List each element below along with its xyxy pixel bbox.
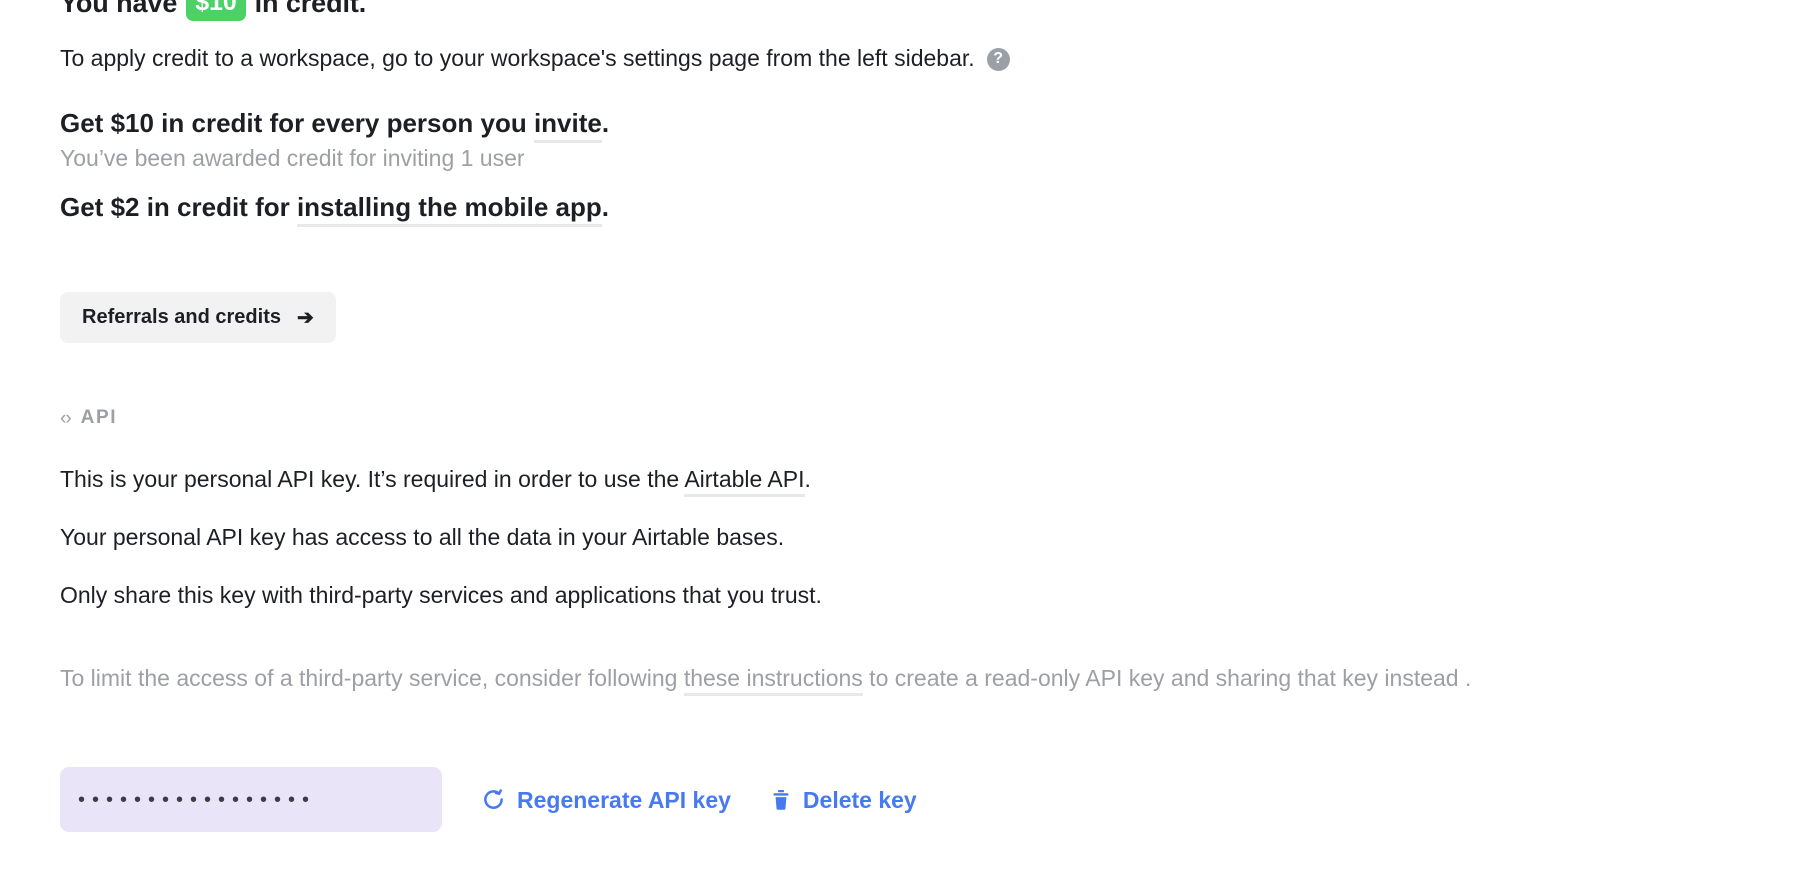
mobile-heading-prefix: Get $2 in credit for — [60, 192, 297, 222]
api-paragraph-2: Your personal API key has access to all … — [60, 524, 785, 550]
settings-account-page: You have $10 in credit. To apply credit … — [0, 0, 1802, 896]
credit-heading-suffix: in credit. — [254, 0, 367, 18]
api-section-label-text: API — [80, 407, 118, 428]
api-key-row: ••••••••••••••••• Regenerate API key Del… — [60, 767, 917, 832]
regenerate-api-key-button[interactable]: Regenerate API key — [482, 785, 731, 815]
code-brackets-icon: ‹› — [60, 407, 72, 429]
referrals-button-label: Referrals and credits — [82, 306, 281, 328]
credit-heading-prefix: You have — [60, 0, 178, 18]
these-instructions-link[interactable]: these instructions — [683, 665, 863, 696]
trash-icon — [771, 789, 791, 811]
api-note-suffix: to create a read-only API key and sharin… — [862, 665, 1472, 691]
help-circle-icon[interactable]: ? — [986, 47, 1010, 71]
api-paragraph-3: Only share this key with third-party ser… — [60, 582, 822, 608]
delete-key-label: Delete key — [802, 786, 917, 813]
mobile-app-link[interactable]: installing the mobile app — [296, 192, 602, 227]
invite-heading-prefix: Get $10 in credit for every person you — [60, 108, 534, 138]
delete-key-button[interactable]: Delete key — [771, 785, 917, 815]
api-key-masked-value: ••••••••••••••••• — [78, 788, 317, 811]
invite-awarded-subtext: You’ve been awarded credit for inviting … — [60, 145, 525, 171]
arrow-right-icon: ➔ — [296, 307, 314, 329]
credit-heading: You have $10 in credit. — [60, 0, 366, 21]
api-key-field[interactable]: ••••••••••••••••• — [60, 767, 442, 832]
invite-heading-suffix: . — [601, 108, 610, 138]
mobile-heading-suffix: . — [601, 192, 609, 222]
invite-link[interactable]: invite — [533, 108, 602, 143]
credit-amount-badge: $10 — [186, 0, 246, 21]
mobile-app-credit-heading: Get $2 in credit for installing the mobi… — [60, 190, 609, 227]
refresh-ccw-icon — [482, 788, 505, 811]
regenerate-api-key-label: Regenerate API key — [517, 786, 731, 813]
api-note-prefix: To limit the access of a third-party ser… — [60, 665, 684, 691]
api-section-header: ‹› API — [60, 407, 117, 429]
api-paragraph-1-prefix: This is your personal API key. It’s requ… — [60, 466, 685, 492]
api-readonly-note: To limit the access of a third-party ser… — [60, 658, 1700, 699]
invite-credit-heading: Get $10 in credit for every person you i… — [60, 106, 610, 143]
apply-credit-instructions: To apply credit to a workspace, go to yo… — [60, 43, 1010, 73]
api-paragraph-1-suffix: . — [804, 466, 811, 492]
apply-credit-text: To apply credit to a workspace, go to yo… — [60, 45, 975, 71]
airtable-api-link[interactable]: Airtable API — [684, 466, 805, 497]
api-paragraph-1: This is your personal API key. It’s requ… — [60, 463, 811, 497]
referrals-and-credits-button[interactable]: Referrals and credits ➔ — [60, 292, 336, 343]
